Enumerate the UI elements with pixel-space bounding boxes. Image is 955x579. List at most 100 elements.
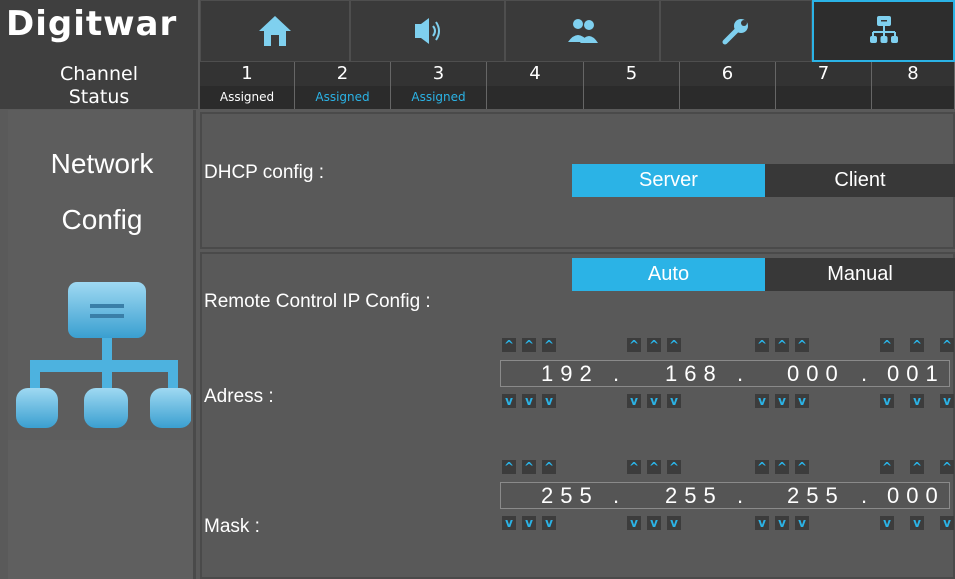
address-octet-3-digit-2-down-button[interactable]: v xyxy=(775,394,789,408)
dot: . xyxy=(861,483,875,508)
page-title-line1: Network xyxy=(50,148,154,179)
address-octet-3-digit-1-up-button[interactable]: ^ xyxy=(755,338,769,352)
remote-manual-option[interactable]: Manual xyxy=(765,258,955,291)
mask-octet-4-digit-1-down-button[interactable]: v xyxy=(880,516,894,530)
mask-octet-4-digit-2-up-button[interactable]: ^ xyxy=(910,460,924,474)
remote-ip-label: Remote Control IP Config : xyxy=(204,291,431,312)
mask-octet-1-digit-1-down-button[interactable]: v xyxy=(502,516,516,530)
channel-5[interactable]: 5 xyxy=(584,62,680,86)
address-octet-2-digit-3-up-button[interactable]: ^ xyxy=(667,338,681,352)
address-octet-4-digit-3-up-button[interactable]: ^ xyxy=(940,338,954,352)
address-octet-2-digit-1-up-button[interactable]: ^ xyxy=(627,338,641,352)
mask-octet-4-digit-3-down-button[interactable]: v xyxy=(940,516,954,530)
mask-octet-4-digit-3-up-button[interactable]: ^ xyxy=(940,460,954,474)
address-octet-4-digit-1-down-button[interactable]: v xyxy=(880,394,894,408)
logo-text: Digitwar xyxy=(6,4,178,44)
dhcp-client-option[interactable]: Client xyxy=(765,164,955,197)
dhcp-section: DHCP config : Server Client xyxy=(200,112,955,249)
status-8 xyxy=(872,86,955,109)
status-4 xyxy=(487,86,584,109)
address-octet-1-digit-2-up-button[interactable]: ^ xyxy=(522,338,536,352)
status-6 xyxy=(680,86,776,109)
mask-octet-1: 255 xyxy=(541,483,599,508)
dhcp-label: DHCP config : xyxy=(204,162,325,183)
mask-octet-2-digit-3-up-button[interactable]: ^ xyxy=(667,460,681,474)
tab-audio[interactable] xyxy=(350,0,505,62)
channel-2[interactable]: 2 xyxy=(295,62,391,86)
address-field[interactable]: 192 . 168 . 000 . 001 xyxy=(500,360,950,387)
mask-octet-3-digit-2-down-button[interactable]: v xyxy=(775,516,789,530)
address-octet-1-digit-1-up-button[interactable]: ^ xyxy=(502,338,516,352)
address-octet-1-digit-3-up-button[interactable]: ^ xyxy=(542,338,556,352)
speaker-icon xyxy=(414,18,440,44)
mask-octet-2-digit-1-down-button[interactable]: v xyxy=(627,516,641,530)
page-title-line2: Config xyxy=(61,204,143,235)
address-octet-2-digit-2-down-button[interactable]: v xyxy=(647,394,661,408)
dot: . xyxy=(861,361,875,386)
channel-4[interactable]: 4 xyxy=(487,62,584,86)
address-octet-1-digit-1-down-button[interactable]: v xyxy=(502,394,516,408)
mask-octet-4-digit-2-down-button[interactable]: v xyxy=(910,516,924,530)
address-octet-3-digit-2-up-button[interactable]: ^ xyxy=(775,338,789,352)
home-icon xyxy=(259,16,291,46)
address-octet-1: 192 xyxy=(541,361,599,386)
address-octet-3-digit-3-up-button[interactable]: ^ xyxy=(795,338,809,352)
mask-octet-1-digit-1-up-button[interactable]: ^ xyxy=(502,460,516,474)
mask-octet-3: 255 xyxy=(787,483,845,508)
status-7 xyxy=(776,86,872,109)
mask-octet-2-digit-2-up-button[interactable]: ^ xyxy=(647,460,661,474)
address-octet-1-digit-2-down-button[interactable]: v xyxy=(522,394,536,408)
status-2: Assigned xyxy=(295,86,391,109)
mask-octet-4-digit-1-up-button[interactable]: ^ xyxy=(880,460,894,474)
mask-field[interactable]: 255 . 255 . 255 . 000 xyxy=(500,482,950,509)
page-title-panel: Network Config xyxy=(8,110,196,440)
mask-octet-3-digit-3-down-button[interactable]: v xyxy=(795,516,809,530)
wrench-icon xyxy=(722,19,748,45)
mask-octet-1-digit-2-down-button[interactable]: v xyxy=(522,516,536,530)
mask-octet-4: 000 xyxy=(887,483,945,508)
status-5 xyxy=(584,86,680,109)
network-icon xyxy=(869,16,898,43)
channel-8[interactable]: 8 xyxy=(872,62,955,86)
mask-octet-1-digit-3-up-button[interactable]: ^ xyxy=(542,460,556,474)
mask-octet-2-digit-1-up-button[interactable]: ^ xyxy=(627,460,641,474)
mask-octet-2-digit-2-down-button[interactable]: v xyxy=(647,516,661,530)
dhcp-server-option[interactable]: Server xyxy=(572,164,765,197)
channel-1[interactable]: 1 xyxy=(200,62,295,86)
status-3: Assigned xyxy=(391,86,487,109)
mask-octet-1-digit-2-up-button[interactable]: ^ xyxy=(522,460,536,474)
mask-label: Mask : xyxy=(204,516,260,537)
address-octet-4-digit-1-up-button[interactable]: ^ xyxy=(880,338,894,352)
address-label: Adress : xyxy=(204,386,274,407)
tab-network[interactable] xyxy=(812,0,955,62)
remote-ip-section: Auto Manual Remote Control IP Config : A… xyxy=(200,252,955,579)
tab-tools[interactable] xyxy=(660,0,812,62)
channel-6[interactable]: 6 xyxy=(680,62,776,86)
logo: Digitwar xyxy=(0,0,198,62)
left-panel-footer xyxy=(8,440,196,579)
mask-octet-3-digit-1-up-button[interactable]: ^ xyxy=(755,460,769,474)
address-octet-2-digit-2-up-button[interactable]: ^ xyxy=(647,338,661,352)
mask-octet-3-digit-3-up-button[interactable]: ^ xyxy=(795,460,809,474)
mask-octet-2-digit-3-down-button[interactable]: v xyxy=(667,516,681,530)
address-octet-2-digit-3-down-button[interactable]: v xyxy=(667,394,681,408)
dot: . xyxy=(613,361,627,386)
address-octet-2-digit-1-down-button[interactable]: v xyxy=(627,394,641,408)
tab-home[interactable] xyxy=(200,0,350,62)
address-octet-4-digit-2-up-button[interactable]: ^ xyxy=(910,338,924,352)
mask-octet-3-digit-2-up-button[interactable]: ^ xyxy=(775,460,789,474)
tab-users[interactable] xyxy=(505,0,660,62)
users-icon xyxy=(567,19,598,43)
address-octet-3-digit-1-down-button[interactable]: v xyxy=(755,394,769,408)
address-octet-3-digit-3-down-button[interactable]: v xyxy=(795,394,809,408)
channel-7[interactable]: 7 xyxy=(776,62,872,86)
remote-auto-option[interactable]: Auto xyxy=(572,258,765,291)
mask-octet-3-digit-1-down-button[interactable]: v xyxy=(755,516,769,530)
address-octet-1-digit-3-down-button[interactable]: v xyxy=(542,394,556,408)
channel-3[interactable]: 3 xyxy=(391,62,487,86)
channel-row-label: Channel xyxy=(0,62,198,86)
mask-octet-1-digit-3-down-button[interactable]: v xyxy=(542,516,556,530)
address-octet-3: 000 xyxy=(787,361,845,386)
address-octet-4-digit-3-down-button[interactable]: v xyxy=(940,394,954,408)
address-octet-4-digit-2-down-button[interactable]: v xyxy=(910,394,924,408)
